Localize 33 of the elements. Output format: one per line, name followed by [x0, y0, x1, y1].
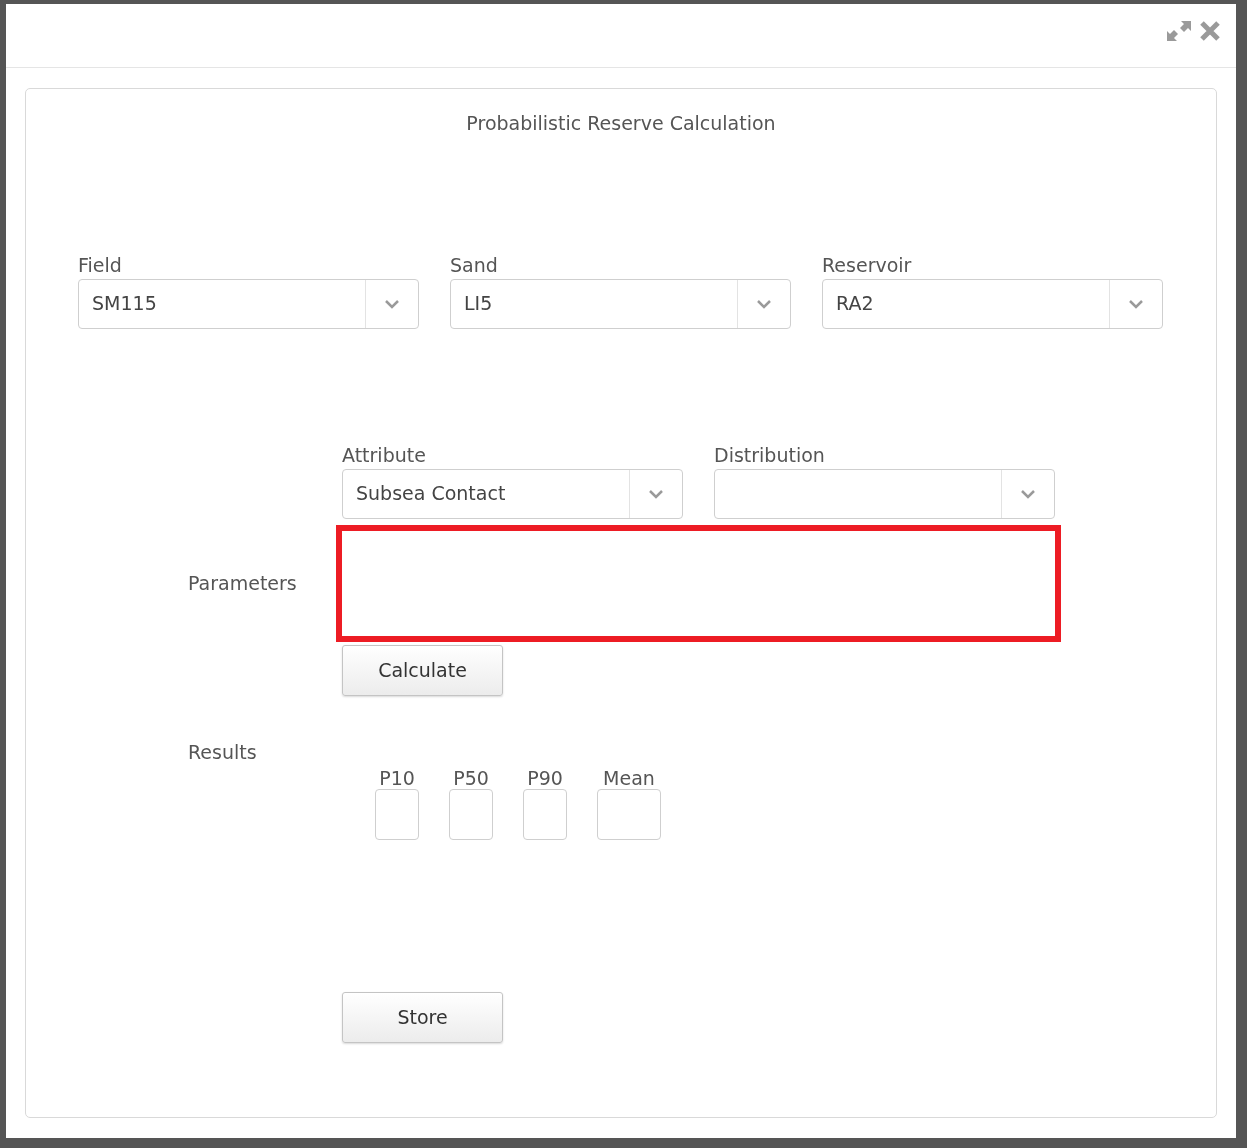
- store-button[interactable]: Store: [342, 991, 503, 1043]
- dropdown[interactable]: SM115: [78, 278, 419, 329]
- parameters-label: Parameters: [188, 570, 297, 596]
- calculate-button[interactable]: Calculate: [342, 644, 503, 696]
- field-label: Sand: [450, 252, 499, 276]
- dropdown[interactable]: [714, 468, 1055, 519]
- result-label: P50: [453, 765, 489, 789]
- dropdown[interactable]: RA2: [822, 278, 1163, 329]
- dropdown-value: LI5: [464, 291, 493, 317]
- result-label: Mean: [603, 765, 655, 789]
- dropdown[interactable]: Subsea Contact: [342, 468, 683, 519]
- form-title: Probabilistic Reserve Calculation: [466, 111, 776, 136]
- dropdown-value: Subsea Contact: [356, 481, 506, 507]
- chevron-down-icon: [384, 298, 400, 309]
- result-field[interactable]: [523, 788, 567, 840]
- close-icon[interactable]: [1198, 18, 1222, 43]
- result-field[interactable]: [375, 788, 419, 840]
- dropdown-value: RA2: [836, 291, 874, 317]
- chevron-down-icon: [648, 488, 664, 499]
- field-label: Distribution: [714, 442, 826, 466]
- dropdown-value: SM115: [92, 291, 157, 317]
- field-label: Attribute: [342, 442, 427, 466]
- field-label: Reservoir: [822, 252, 913, 276]
- chevron-down-icon: [1020, 488, 1036, 499]
- result-label: P90: [527, 765, 563, 789]
- result-field[interactable]: [597, 788, 661, 840]
- chevron-down-icon: [756, 298, 772, 309]
- chevron-down-icon: [1128, 298, 1144, 309]
- dropdown[interactable]: LI5: [450, 278, 791, 329]
- results-label: Results: [188, 740, 257, 763]
- field-label: Field: [78, 252, 123, 276]
- result-field[interactable]: [449, 788, 493, 840]
- result-label: P10: [379, 765, 415, 789]
